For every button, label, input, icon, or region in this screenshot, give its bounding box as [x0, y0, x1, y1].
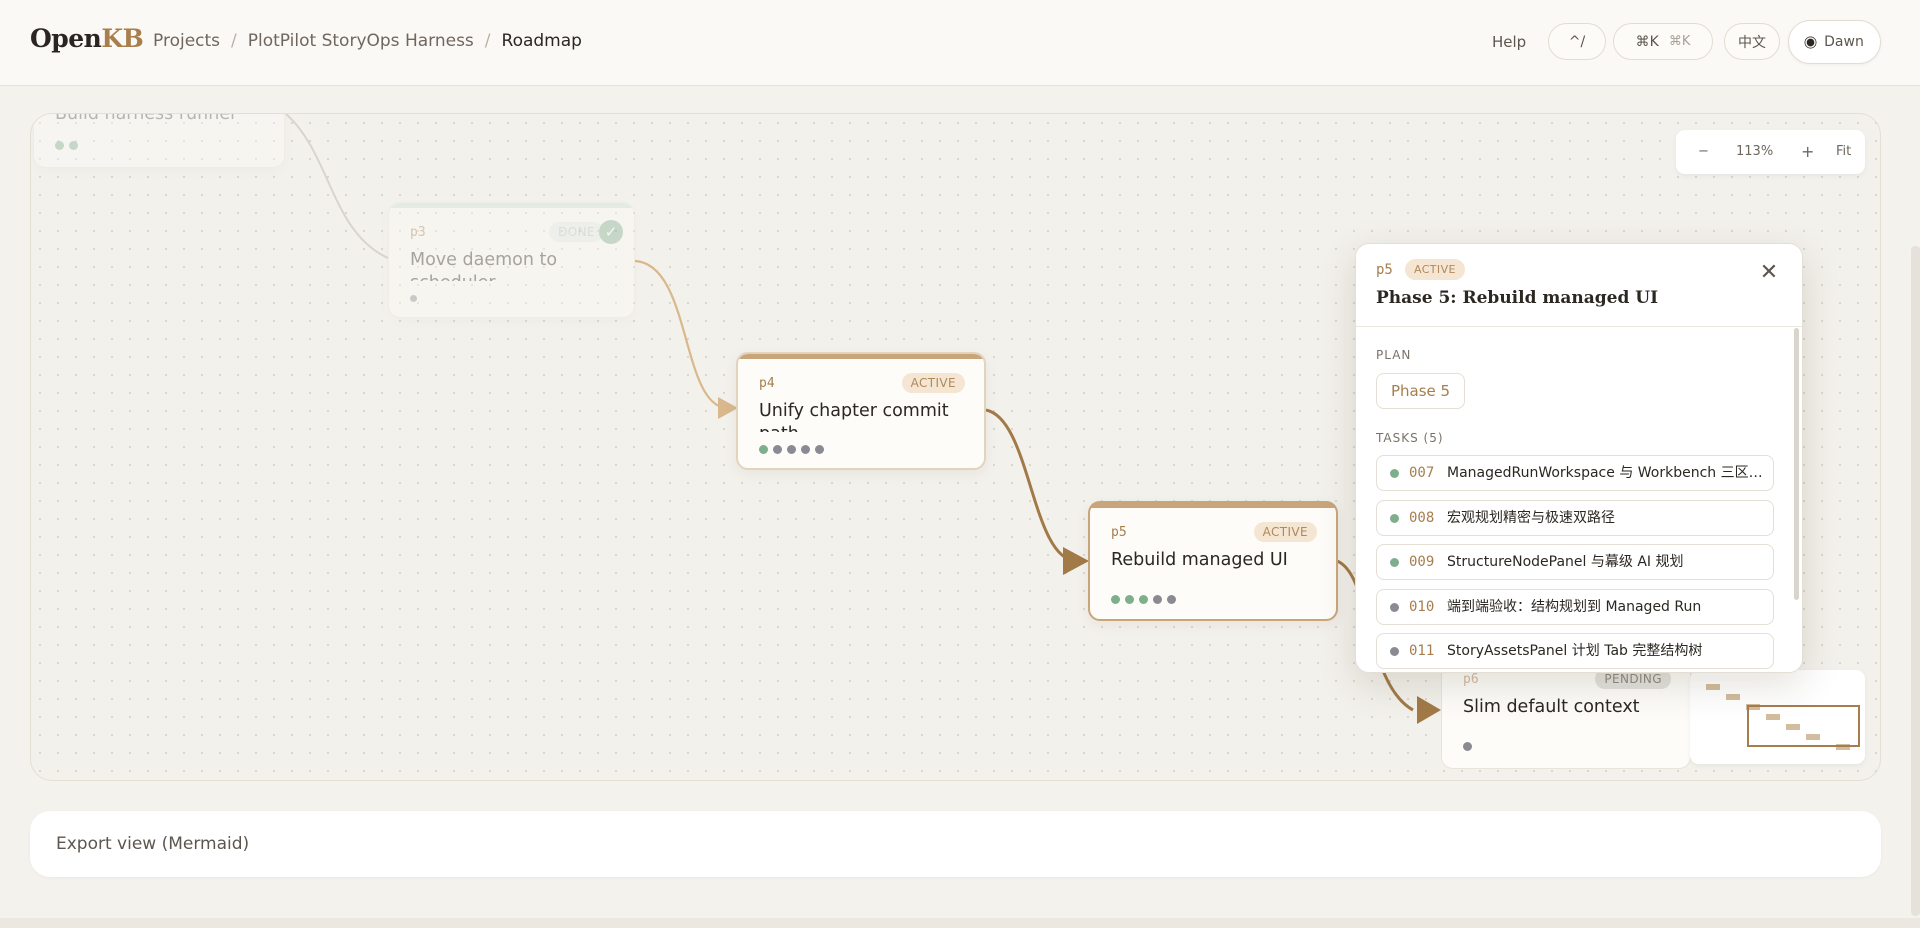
zoom-out-button[interactable]: −: [1698, 144, 1709, 159]
task-dot: [773, 445, 782, 454]
zoom-level: 113%: [1736, 144, 1774, 159]
breadcrumb-project[interactable]: PlotPilot StoryOps Harness: [248, 31, 474, 51]
arrow-p6: [1417, 696, 1441, 724]
status-badge: DONE: [549, 222, 604, 242]
node-task-dots: [410, 295, 417, 302]
node-title: Slim default context: [1463, 697, 1640, 717]
sun-icon: [1806, 38, 1815, 46]
openkb-logo[interactable]: OpenKB: [30, 24, 144, 53]
task-dot: [55, 141, 64, 150]
close-icon[interactable]: ✕: [1754, 258, 1784, 288]
phase-detail-panel: p5 ACTIVE Phase 5: Rebuild managed UI ✕ …: [1355, 243, 1803, 673]
task-dot: [1153, 595, 1162, 604]
node-id: p4: [759, 376, 775, 391]
zoom-controls: − 113% + Fit: [1676, 130, 1865, 174]
panel-scrollbar[interactable]: [1794, 328, 1799, 600]
shortcut-help-button[interactable]: ^/: [1548, 23, 1606, 60]
zoom-in-button[interactable]: +: [1801, 142, 1814, 161]
check-icon: ✓: [599, 220, 623, 244]
command-palette-button[interactable]: ⌘K ⌘K: [1613, 23, 1713, 60]
status-badge: ACTIVE: [901, 373, 965, 393]
node-title: Rebuild managed UI: [1111, 550, 1288, 570]
task-dot: [787, 445, 796, 454]
task-status-dot: [1390, 603, 1399, 612]
task-dot: [1111, 595, 1120, 604]
page-scrollbar[interactable]: [1911, 246, 1920, 916]
panel-title: Phase 5: Rebuild managed UI: [1376, 288, 1659, 308]
plan-section-label: PLAN: [1376, 348, 1412, 362]
edge-p4-p5: [985, 408, 1077, 563]
task-dot: [1167, 595, 1176, 604]
status-badge: ACTIVE: [1405, 259, 1465, 280]
edge-p2-p3: [285, 114, 389, 259]
roadmap-node-p4[interactable]: p4 ACTIVE Unify chapter commit path: [736, 352, 986, 470]
task-dot: [410, 295, 417, 302]
task-dot: [1463, 742, 1472, 751]
task-dot: [1139, 595, 1148, 604]
task-dot: [759, 445, 768, 454]
task-status-dot: [1390, 558, 1399, 567]
node-title: Unify chapter commit path: [759, 401, 949, 432]
edge-p3-p4: [634, 259, 727, 410]
arrow-p5: [1063, 547, 1089, 575]
node-task-dots: [1463, 742, 1472, 751]
minimap-viewport[interactable]: [1747, 705, 1860, 747]
status-badge: ACTIVE: [1253, 522, 1317, 542]
roadmap-node-p5[interactable]: p5 ACTIVE Rebuild managed UI: [1088, 501, 1338, 621]
node-id: p5: [1111, 525, 1127, 540]
export-mermaid-button[interactable]: Export view (Mermaid): [30, 811, 1881, 877]
language-toggle[interactable]: 中文: [1724, 23, 1780, 60]
node-task-dots: [759, 445, 824, 454]
node-task-dots: [55, 141, 78, 150]
plan-link[interactable]: Phase 5: [1376, 373, 1466, 409]
node-task-dots: [1111, 595, 1176, 604]
task-dot: [69, 141, 78, 150]
task-item-009[interactable]: 009 StructureNodePanel 与幕级 AI 规划: [1376, 544, 1774, 580]
breadcrumb-projects[interactable]: Projects: [153, 31, 220, 51]
help-link[interactable]: Help: [1492, 33, 1526, 51]
task-item-007[interactable]: 007 ManagedRunWorkspace 与 Workbench 三区…: [1376, 455, 1774, 491]
task-status-dot: [1390, 469, 1399, 478]
task-item-011[interactable]: 011 StoryAssetsPanel 计划 Tab 完整结构树: [1376, 633, 1774, 669]
roadmap-node-p3[interactable]: p3 DONE ✓ Move daemon to scheduler: [388, 202, 635, 318]
task-item-008[interactable]: 008 宏观规划精密与极速双路径: [1376, 500, 1774, 536]
theme-toggle[interactable]: Dawn: [1788, 20, 1881, 64]
task-status-dot: [1390, 647, 1399, 656]
node-id: p3: [410, 225, 426, 240]
breadcrumb-separator: /: [231, 31, 237, 51]
task-dot: [801, 445, 810, 454]
task-dot: [815, 445, 824, 454]
breadcrumb-current: Roadmap: [501, 31, 582, 51]
breadcrumb-separator: /: [484, 31, 491, 51]
top-bar: OpenKB Projects / PlotPilot StoryOps Har…: [0, 0, 1920, 86]
minimap[interactable]: [1690, 670, 1865, 764]
fit-view-button[interactable]: Fit: [1836, 144, 1851, 159]
phase-id: p5: [1376, 262, 1393, 278]
node-title: Move daemon to scheduler: [410, 250, 558, 281]
roadmap-node-p2[interactable]: Build harness runner: [33, 113, 285, 168]
task-dot: [1125, 595, 1134, 604]
arrow-p4: [718, 397, 738, 419]
task-status-dot: [1390, 514, 1399, 523]
node-id: p6: [1463, 672, 1479, 687]
tasks-section-label: TASKS (5): [1376, 431, 1444, 445]
breadcrumb: Projects / PlotPilot StoryOps Harness / …: [153, 31, 582, 51]
node-title: Build harness runner: [55, 113, 238, 124]
task-item-010[interactable]: 010 端到端验收：结构规划到 Managed Run: [1376, 589, 1774, 625]
